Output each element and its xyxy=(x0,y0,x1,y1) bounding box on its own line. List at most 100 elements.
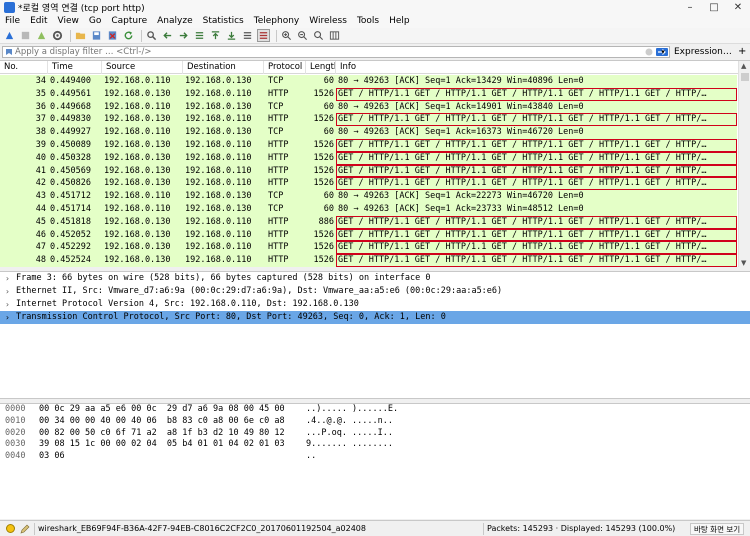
restart-capture-button[interactable] xyxy=(35,29,48,42)
scrollbar-thumb[interactable] xyxy=(741,73,749,81)
filter-history-dropdown[interactable]: ▾ xyxy=(658,47,668,57)
maximize-button[interactable]: □ xyxy=(702,0,726,14)
scroll-up-icon[interactable]: ▲ xyxy=(741,62,746,70)
expand-arrow-icon[interactable]: › xyxy=(5,272,10,285)
go-last-button[interactable] xyxy=(225,29,238,42)
menu-analyze[interactable]: Analyze xyxy=(152,16,197,26)
packet-info: 80 → 49263 [ACK] Seq=1 Ack=22273 Win=467… xyxy=(338,191,584,202)
column-header-length[interactable]: Length xyxy=(306,61,336,74)
packet-row[interactable]: 41 0.450569 192.168.0.130 192.168.0.110 HTTP… xyxy=(0,164,737,178)
go-back-button[interactable] xyxy=(161,29,174,42)
go-first-button[interactable] xyxy=(209,29,222,42)
hex-dump-row[interactable]: 0020 00 82 00 50 c0 6f 71 a2 a8 1f b3 d2 … xyxy=(0,428,750,440)
menu-telephony[interactable]: Telephony xyxy=(249,16,305,26)
detail-tree-item[interactable]: › Frame 3: 66 bytes on wire (528 bits), 6… xyxy=(0,272,750,285)
column-header-no[interactable]: No. xyxy=(0,61,48,74)
packet-list-scrollbar[interactable]: ▲ ▼ xyxy=(738,61,750,267)
menu-capture[interactable]: Capture xyxy=(106,16,152,26)
bookmark-icon[interactable] xyxy=(5,48,13,56)
normal-size-button[interactable] xyxy=(312,29,325,42)
scroll-down-icon[interactable]: ▼ xyxy=(741,259,746,267)
minimize-button[interactable]: – xyxy=(678,0,702,14)
close-button[interactable]: ✕ xyxy=(726,0,750,14)
packet-row[interactable]: 45 0.451818 192.168.0.130 192.168.0.110 HTTP… xyxy=(0,215,737,229)
hex-dump-row[interactable]: 0040 03 06.. xyxy=(0,451,750,463)
detail-tree-item[interactable]: › Transmission Control Protocol, Src Port… xyxy=(0,311,750,324)
menu-help[interactable]: Help xyxy=(384,16,415,26)
packet-row[interactable]: 39 0.450089 192.168.0.130 192.168.0.110 HTTP… xyxy=(0,138,737,152)
go-forward-button[interactable] xyxy=(177,29,190,42)
detail-tree-label: Ethernet II, Src: Vmware_d7:a6:9a (00:0c… xyxy=(16,286,503,296)
ascii-bytes: 9....... ........ xyxy=(306,439,393,450)
go-to-packet-button[interactable] xyxy=(193,29,206,42)
menu-bar: File Edit View Go Capture Analyze Statis… xyxy=(0,14,750,28)
find-packet-button[interactable] xyxy=(145,29,158,42)
detail-tree-item[interactable]: › Ethernet II, Src: Vmware_d7:a6:9a (00:0… xyxy=(0,285,750,298)
save-file-button[interactable] xyxy=(90,29,103,42)
menu-edit[interactable]: Edit xyxy=(25,16,52,26)
packet-info: GET / HTTP/1.1 GET / HTTP/1.1 GET / HTTP… xyxy=(336,241,737,255)
packet-time: 0.450826 xyxy=(50,178,91,189)
packet-source: 192.168.0.130 xyxy=(104,178,171,189)
column-header-source[interactable]: Source xyxy=(102,61,183,74)
packet-row[interactable]: 44 0.451714 192.168.0.110 192.168.0.130 TCP 6… xyxy=(0,202,737,216)
hex-dump-row[interactable]: 0000 00 0c 29 aa a5 e6 00 0c 29 d7 a6 9a … xyxy=(0,404,750,416)
edit-comment-icon[interactable] xyxy=(20,524,30,534)
menu-file[interactable]: File xyxy=(0,16,25,26)
packet-row[interactable]: 48 0.452524 192.168.0.130 192.168.0.110 HTTP… xyxy=(0,254,737,267)
menu-wireless[interactable]: Wireless xyxy=(304,16,352,26)
packet-row[interactable]: 40 0.450328 192.168.0.130 192.168.0.110 HTTP… xyxy=(0,151,737,165)
hex-offset: 0010 xyxy=(5,415,26,426)
start-capture-button[interactable] xyxy=(3,29,16,42)
clear-filter-icon[interactable] xyxy=(645,48,653,56)
zoom-out-button[interactable] xyxy=(296,29,309,42)
add-filter-button[interactable]: + xyxy=(738,45,746,59)
menu-view[interactable]: View xyxy=(53,16,84,26)
packet-no: 35 xyxy=(35,88,46,99)
stop-capture-button[interactable] xyxy=(19,29,32,42)
packet-row[interactable]: 43 0.451712 192.168.0.110 192.168.0.130 TCP 6… xyxy=(0,190,737,203)
main-toolbar xyxy=(0,28,750,44)
reload-file-button[interactable] xyxy=(122,29,135,42)
expand-arrow-icon[interactable]: › xyxy=(5,298,10,311)
expand-arrow-icon[interactable]: › xyxy=(5,285,10,298)
packet-length: 1526 xyxy=(313,178,334,189)
column-header-time[interactable]: Time xyxy=(48,61,102,74)
packet-row[interactable]: 42 0.450826 192.168.0.130 192.168.0.110 HTTP… xyxy=(0,177,737,191)
close-file-button[interactable] xyxy=(106,29,119,42)
zoom-in-icon xyxy=(282,31,292,41)
packet-row[interactable]: 46 0.452052 192.168.0.130 192.168.0.110 HTTP… xyxy=(0,228,737,242)
menu-statistics[interactable]: Statistics xyxy=(198,16,249,26)
detail-tree-item[interactable]: › Internet Protocol Version 4, Src: 192.1… xyxy=(0,298,750,311)
packet-protocol: TCP xyxy=(268,127,284,138)
packet-row[interactable]: 47 0.452292 192.168.0.130 192.168.0.110 HTTP… xyxy=(0,241,737,255)
colorize-button[interactable] xyxy=(257,29,270,42)
packet-length: 886 xyxy=(318,216,334,227)
column-header-info[interactable]: Info xyxy=(336,61,750,74)
hex-dump-row[interactable]: 0030 39 08 15 1c 00 00 02 04 05 b4 01 01 … xyxy=(0,439,750,451)
capture-options-button[interactable] xyxy=(51,29,64,42)
packet-row[interactable]: 38 0.449927 192.168.0.110 192.168.0.130 TCP 6… xyxy=(0,126,737,139)
open-file-button[interactable] xyxy=(74,29,87,42)
profile-button[interactable]: 바탕 화면 보기 xyxy=(690,523,745,535)
expert-info-icon[interactable] xyxy=(6,524,15,533)
packet-length: 1526 xyxy=(313,165,334,176)
packet-row[interactable]: 37 0.449830 192.168.0.130 192.168.0.110 HTTP… xyxy=(0,113,737,127)
column-header-destination[interactable]: Destination xyxy=(183,61,264,74)
packet-destination: 192.168.0.110 xyxy=(185,88,252,99)
resize-columns-button[interactable] xyxy=(328,29,341,42)
packet-row[interactable]: 35 0.449561 192.168.0.130 192.168.0.110 HTTP… xyxy=(0,87,737,101)
stop-icon xyxy=(21,31,30,40)
menu-go[interactable]: Go xyxy=(84,16,106,26)
expand-arrow-icon[interactable]: › xyxy=(5,311,10,324)
packet-row[interactable]: 36 0.449668 192.168.0.110 192.168.0.130 TCP 6… xyxy=(0,100,737,114)
display-filter-input[interactable] xyxy=(3,47,639,57)
menu-tools[interactable]: Tools xyxy=(352,16,384,26)
packet-row[interactable]: 34 0.449400 192.168.0.110 192.168.0.130 TCP 6… xyxy=(0,75,737,88)
autoscroll-button[interactable] xyxy=(241,29,254,42)
expression-button[interactable]: Expression… xyxy=(674,45,732,59)
column-header-protocol[interactable]: Protocol xyxy=(264,61,306,74)
hex-dump-row[interactable]: 0010 00 34 00 00 40 00 40 06 b8 83 c0 a8 … xyxy=(0,416,750,428)
zoom-in-button[interactable] xyxy=(280,29,293,42)
packet-source: 192.168.0.110 xyxy=(104,191,171,202)
